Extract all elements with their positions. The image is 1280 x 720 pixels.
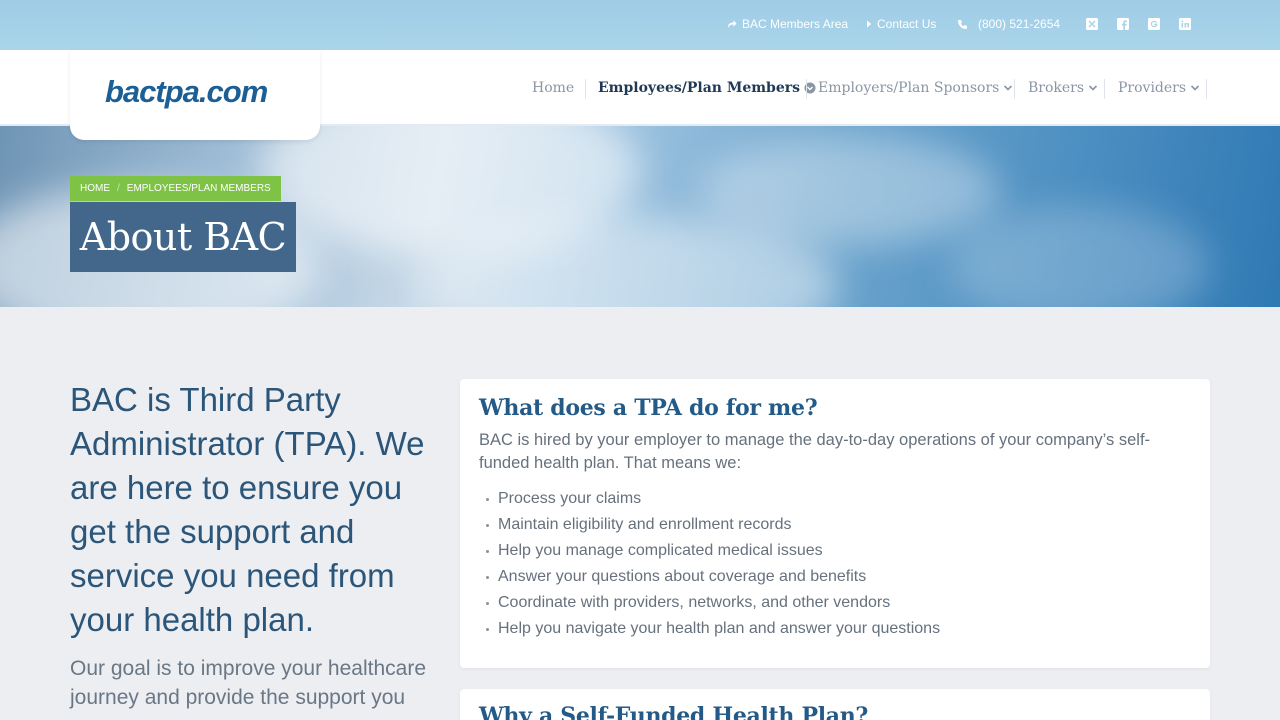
linkedin-icon[interactable]: [1178, 17, 1192, 31]
members-area-link[interactable]: BAC Members Area: [727, 17, 848, 31]
list-item-text: Maintain eligibility and enrollment reco…: [498, 516, 792, 533]
breadcrumb-current[interactable]: EMPLOYEES/PLAN MEMBERS: [127, 183, 271, 194]
list-item: Help you manage complicated medical issu…: [486, 538, 940, 564]
nav-employees-label: Employees/Plan Members: [598, 80, 801, 96]
list-item: Help you navigate your health plan and a…: [486, 616, 940, 642]
nav-employees[interactable]: Employees/Plan Members: [598, 80, 816, 96]
intro-subtext: Our goal is to improve your healthcare j…: [70, 657, 427, 709]
bullet: [486, 627, 489, 631]
nav-employers[interactable]: Employers/Plan Sponsors: [818, 80, 1013, 96]
nav-divider: [806, 79, 807, 99]
logo-link[interactable]: bactpa.com: [70, 50, 320, 140]
list-item-text: Answer your questions about coverage and…: [498, 568, 867, 585]
phone-number: (800) 521-2654: [978, 17, 1061, 31]
nav-providers-label: Providers: [1118, 80, 1187, 96]
breadcrumb-separator: /: [117, 183, 120, 194]
breadcrumb-home[interactable]: HOME: [80, 183, 110, 194]
nav-divider: [1104, 79, 1105, 99]
bullet: [486, 549, 489, 553]
card-title: Why a Self-Funded Health Plan?: [479, 703, 869, 720]
logo: bactpa.com: [105, 74, 268, 109]
nav-home[interactable]: Home: [532, 80, 574, 96]
list-item: Answer your questions about coverage and…: [486, 564, 940, 590]
phone-icon: [958, 19, 967, 29]
members-area-label: BAC Members Area: [742, 17, 849, 31]
list-item-text: Help you navigate your health plan and a…: [498, 620, 941, 637]
chevron-down-icon: [1088, 85, 1098, 91]
nav-brokers-label: Brokers: [1028, 80, 1085, 96]
cloud-shape: [950, 206, 1210, 307]
bullet: [486, 601, 489, 605]
card-body: BAC is hired by your employer to manage …: [479, 431, 1151, 472]
caret-right-icon: [867, 20, 871, 28]
tpa-info-card: What does a TPA do for me? BAC is hired …: [460, 379, 1210, 668]
list-item: Coordinate with providers, networks, and…: [486, 590, 940, 616]
list-item-text: Process your claims: [498, 490, 642, 507]
chevron-down-icon: [1190, 85, 1200, 91]
nav-brokers[interactable]: Brokers: [1028, 80, 1098, 96]
contact-us-label: Contact Us: [877, 17, 937, 31]
bullet: [486, 497, 489, 501]
share-arrow-icon: [728, 20, 737, 28]
nav-divider: [585, 79, 586, 99]
bullet: [486, 575, 489, 579]
self-funded-card: Why a Self-Funded Health Plan?: [460, 689, 1210, 720]
bullet: [486, 523, 489, 527]
card-title: What does a TPA do for me?: [479, 395, 818, 421]
list-item: Maintain eligibility and enrollment reco…: [486, 512, 940, 538]
nav-providers[interactable]: Providers: [1118, 80, 1200, 96]
google-icon[interactable]: [1147, 17, 1161, 31]
page-title: About BAC: [79, 215, 287, 259]
chevron-down-icon: [1004, 85, 1013, 91]
contact-us-link[interactable]: Contact Us: [866, 17, 936, 31]
nav-divider: [1014, 79, 1015, 99]
nav-home-label: Home: [532, 80, 575, 96]
list-item: Process your claims: [486, 486, 940, 512]
page-title-box: About BAC: [70, 202, 296, 272]
facebook-icon[interactable]: [1116, 17, 1130, 31]
intro-heading: BAC is Third Party Administrator (TPA). …: [70, 381, 425, 638]
list-item-text: Help you manage complicated medical issu…: [498, 542, 823, 559]
cloud-shape: [700, 136, 1000, 246]
top-utility-bar: BAC Members Area Contact Us (800) 521-26…: [0, 0, 1280, 50]
nav-employers-label: Employers/Plan Sponsors: [818, 80, 1000, 96]
breadcrumb: HOME / EMPLOYEES/PLAN MEMBERS: [70, 176, 281, 201]
phone-link[interactable]: (800) 521-2654: [957, 17, 1060, 31]
list-item-text: Coordinate with providers, networks, and…: [498, 594, 891, 611]
nav-divider: [1206, 79, 1207, 99]
tpa-services-list: Process your claims Maintain eligibility…: [486, 486, 940, 642]
x-twitter-icon[interactable]: [1085, 17, 1099, 31]
